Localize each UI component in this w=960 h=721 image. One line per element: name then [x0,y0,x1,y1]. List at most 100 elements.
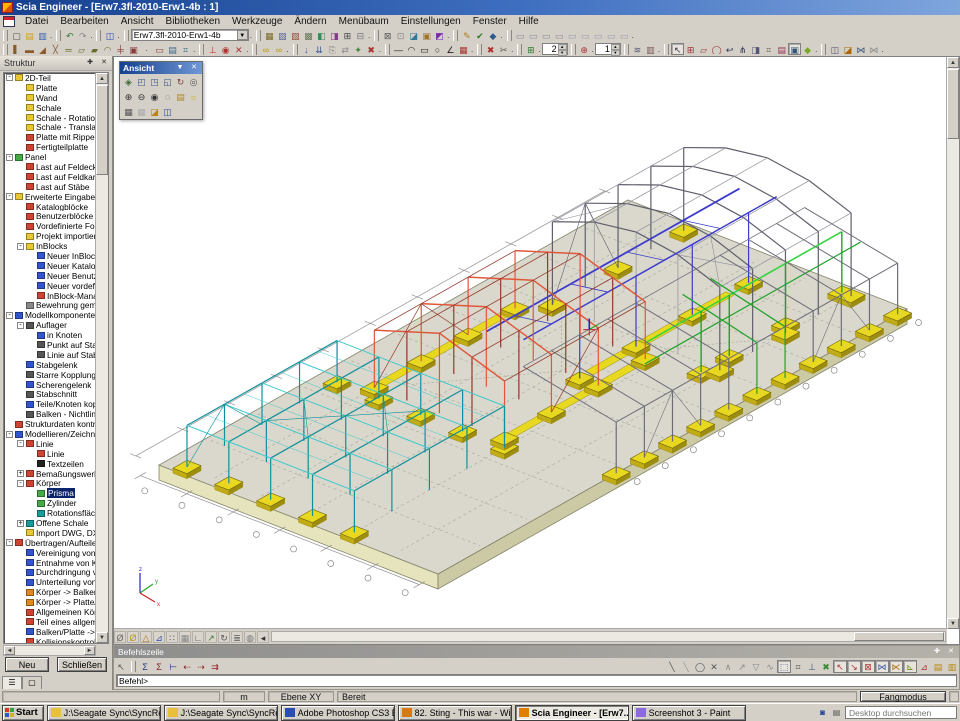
model-viewport[interactable]: zyx Ansicht ▼ ✕ ◈◰◳◱↻◎⊕⊖◉◌▤☼▦▦◪◫ ØØ△⊿∷▦∟… [113,56,960,645]
zoom-all-icon[interactable]: ◉ [148,90,161,103]
tree-item-teile-knoten-koppelr[interactable]: Teile/Knoten koppelr [4,399,96,409]
select-clip-icon[interactable]: ▤ [775,43,788,55]
draw-line-icon[interactable]: — [392,43,405,55]
zoom-window-icon[interactable]: ◎ [187,75,200,88]
draw-arc-icon[interactable]: ◠ [405,43,418,55]
tree-item-textzeilen[interactable]: Textzeilen [4,459,96,469]
load-copy-icon[interactable]: ⎘ [326,43,339,55]
toolbar-overflow-icon[interactable]: . [50,31,52,40]
load-del-icon[interactable]: ✖ [365,43,378,55]
close-icon[interactable]: ✕ [98,57,110,69]
tree-item-neuer-vordefinier[interactable]: Neuer vordefinier [4,281,96,291]
toolbar-overflow-icon[interactable]: . [379,45,381,54]
support-node-icon[interactable]: ⊥ [206,43,219,55]
menu-menbaum[interactable]: Menübaum [333,16,395,27]
tree-item-neuer-inblock[interactable]: Neuer InBlock [4,251,96,261]
step-forward-icon[interactable]: ⇢ [194,660,208,673]
collapse-icon[interactable]: - [17,480,24,487]
load-gen-icon[interactable]: ✦ [352,43,365,55]
tree-item-entnahme-von-k-rper[interactable]: Entnahme von Körper [4,558,96,568]
tree-item-modellieren-zeichnen[interactable]: -Modellieren/Zeichnen [4,429,96,439]
scroll-up-icon[interactable]: ▲ [947,57,959,68]
menu-ndern[interactable]: Ändern [288,16,332,27]
snap-cursor-icon[interactable]: ⬚ [777,660,791,673]
view-axo-icon[interactable]: ◈ [122,75,135,88]
select-poly-icon[interactable]: ▱ [697,43,710,55]
dot-grid-icon[interactable]: ∷ [166,631,178,643]
collapse-icon[interactable]: - [17,243,24,250]
tree-item-bewehrung-gem-vo[interactable]: Bewehrung gemäß Vo [4,300,96,310]
layout-e-icon[interactable]: ▭ [566,29,579,41]
zoom-in-icon[interactable]: ⊕ [122,90,135,103]
tab-properties[interactable]: ▢ [22,676,42,689]
close-icon[interactable]: ✕ [188,62,200,74]
named-sel-c-icon[interactable]: ⋈ [854,43,867,55]
tray-app-icon[interactable]: ◙ [817,707,828,718]
tree-item-kollisionskontrolle-vor[interactable]: Kollisionskontrolle vor [4,637,96,644]
named-sel-d-icon[interactable]: ⋈ [867,43,880,55]
menu-fenster[interactable]: Fenster [467,16,513,27]
toolbar-overflow-icon[interactable]: . [471,45,473,54]
save-picture-icon[interactable]: ◫ [161,105,174,118]
named-sel-a-icon[interactable]: ◫ [828,43,841,55]
project-info-icon[interactable]: ◆ [486,29,499,41]
tree-item-last-auf-feldkanten[interactable]: Last auf Feldkanten [4,172,96,182]
run-all-icon[interactable]: ⇉ [208,660,222,673]
snap-x-icon[interactable]: ✖ [819,660,833,673]
tree-item-schale-rotationsfl-c[interactable]: Schale - Rotationsfläc [4,113,96,123]
snap-off-icon[interactable]: Ø [114,631,126,643]
viewport-vscroll-thumb[interactable] [947,69,959,139]
select-prev-icon[interactable]: ↩ [723,43,736,55]
tree-item-wand[interactable]: Wand [4,93,96,103]
hinge-icon[interactable]: ◉ [219,43,232,55]
select-single-icon[interactable]: ↖ [671,43,684,55]
print-picture-icon[interactable]: ▦ [122,105,135,118]
taskbar-task-folder[interactable]: J:\Seagate Sync\SyncRe... [47,705,161,721]
toolbar-overflow-icon[interactable]: . [193,45,195,54]
toolbar-overflow-icon[interactable]: . [500,31,502,40]
plane-xy-icon[interactable]: ⊿ [153,631,165,643]
snap-nw-icon[interactable]: ↖ [833,660,847,673]
viewport-scroll-thumb[interactable] [854,632,944,641]
tree-item-linie[interactable]: Linie [4,449,96,459]
collapse-icon[interactable]: - [6,312,13,319]
snap-perp-icon[interactable]: ⊾ [903,660,917,673]
menu-hilfe[interactable]: Hilfe [513,16,545,27]
desktop-search-input[interactable] [845,706,957,719]
status-plane[interactable]: Ebene XY [268,691,334,702]
menu-ansicht[interactable]: Ansicht [115,16,160,27]
taskbar-task-music[interactable]: 82. Sting - This war - Wi... [398,705,512,721]
tree-item-durchdringung-von-k[interactable]: Durchdringung von K [4,568,96,578]
scale-view-icon[interactable]: ↗ [205,631,217,643]
snap-on-icon[interactable]: Ø [127,631,139,643]
tree-item-benutzerbl-cke[interactable]: Benutzerblöcke [4,211,96,221]
collapse-icon[interactable]: - [6,154,13,161]
regenerate-icon[interactable]: ↻ [218,631,230,643]
scroll-right-icon[interactable]: ► [84,646,95,655]
draw-angle-icon[interactable]: ∠ [444,43,457,55]
tree-item-linie-auf-stab[interactable]: Linie auf Stab [4,350,96,360]
chevron-down-icon[interactable]: ▼ [237,30,248,40]
tree-item-in-knoten[interactable]: in Knoten [4,330,96,340]
insert-purlin-icon[interactable]: ═ [62,43,75,55]
collapse-icon[interactable]: ◂ [257,631,269,643]
trim-icon[interactable]: ✂ [497,43,510,55]
select-add-icon[interactable]: ⊞ [684,43,697,55]
save-file-icon[interactable]: ▥ [36,29,49,41]
snap-int-icon[interactable]: ⋉ [889,660,903,673]
tree-item-vordefinierte-formen[interactable]: Vordefinierte Formen [4,221,96,231]
snap-mid-icon[interactable]: ∧ [721,660,735,673]
collapse-icon[interactable]: - [6,431,13,438]
tree-item-allgemeinen-k-rper-in[interactable]: Allgemeinen Körper in [4,607,96,617]
snap-off-icon[interactable]: ✕ [707,660,721,673]
activity-spinner[interactable]: 2▲▼ [542,43,568,55]
print-data-icon[interactable]: ▦ [135,105,148,118]
select-circle-icon[interactable]: ◯ [710,43,723,55]
tree-item-starre-kopplungen[interactable]: Starre Kopplungen [4,370,96,380]
collapse-icon[interactable]: - [17,440,24,447]
insert-wall-icon[interactable]: ▰ [88,43,101,55]
tree-vertical-scrollbar[interactable]: ▲ ▼ [95,73,108,643]
tree-item-panel[interactable]: -Panel [4,152,96,162]
print-preview-icon[interactable]: ⊡ [394,29,407,41]
check-data-icon[interactable]: ✔ [473,29,486,41]
